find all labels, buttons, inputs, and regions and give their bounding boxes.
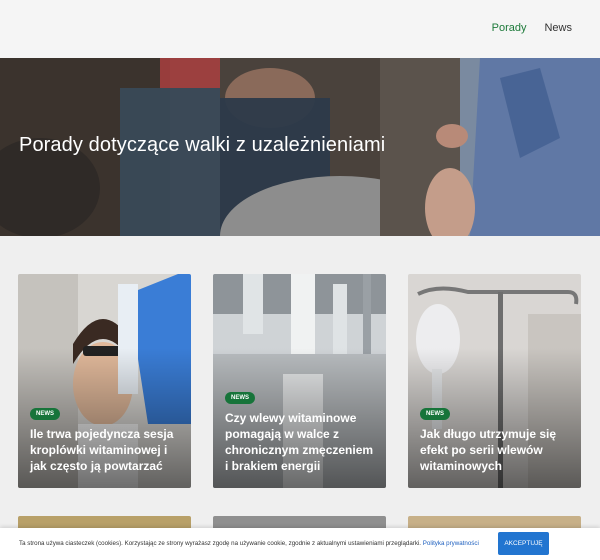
page: Porady News Porady dotyczące walki z uza…	[0, 0, 600, 560]
card-content: NEWS Jak długo utrzymuje się efekt po se…	[420, 402, 569, 474]
card-title[interactable]: Czy wlewy witaminowe pomagają w walce z …	[225, 410, 374, 474]
site-header: Porady News	[0, 0, 600, 58]
article-card[interactable]: NEWS Ile trwa pojedyncza sesja kroplówki…	[18, 274, 191, 488]
hero-title: Porady dotyczące walki z uzależnieniami	[19, 134, 386, 156]
article-cards: NEWS Ile trwa pojedyncza sesja kroplówki…	[18, 274, 582, 488]
cookie-text: Ta strona używa ciasteczek (cookies). Ko…	[19, 540, 479, 547]
main-nav: Porady News	[492, 22, 572, 34]
nav-item-porady[interactable]: Porady	[492, 22, 527, 34]
article-card[interactable]: NEWS Jak długo utrzymuje się efekt po se…	[408, 274, 581, 488]
category-badge[interactable]: NEWS	[30, 408, 60, 420]
privacy-policy-link[interactable]: Polityka prywatności	[423, 540, 479, 547]
cookie-message: Ta strona używa ciasteczek (cookies). Ko…	[19, 540, 422, 547]
card-content: NEWS Ile trwa pojedyncza sesja kroplówki…	[30, 402, 179, 474]
category-badge[interactable]: NEWS	[225, 392, 255, 404]
accept-cookies-button[interactable]: AKCEPTUJĘ	[498, 532, 549, 555]
article-card[interactable]: NEWS Czy wlewy witaminowe pomagają w wal…	[213, 274, 386, 488]
card-title[interactable]: Jak długo utrzymuje się efekt po serii w…	[420, 426, 569, 474]
card-title[interactable]: Ile trwa pojedyncza sesja kroplówki wita…	[30, 426, 179, 474]
category-badge[interactable]: NEWS	[420, 408, 450, 420]
nav-item-news[interactable]: News	[544, 22, 572, 34]
card-content: NEWS Czy wlewy witaminowe pomagają w wal…	[225, 386, 374, 474]
hero-banner: Porady dotyczące walki z uzależnieniami	[0, 58, 600, 236]
